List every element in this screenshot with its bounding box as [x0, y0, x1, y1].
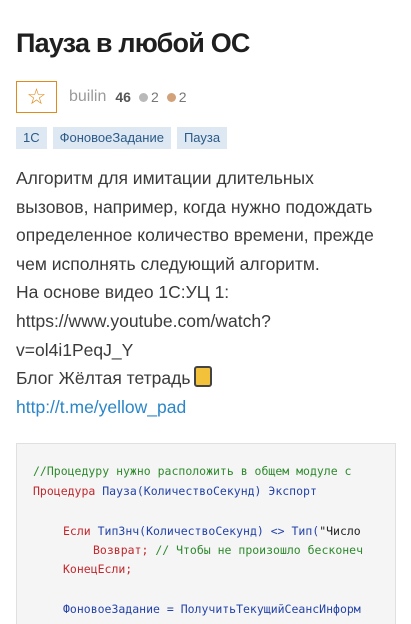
code-comment: // Чтобы не произошло бесконеч: [148, 543, 364, 557]
star-icon: ☆: [26, 84, 47, 109]
code-keyword: Если: [63, 524, 91, 538]
code-line: ФоновоеЗадание = ПолучитьТекущийСеансИнф…: [63, 602, 361, 616]
blog-link-line: http://t.me/yellow_pad: [16, 393, 400, 422]
desc-line: На основе видео 1С:УЦ 1:: [16, 282, 230, 303]
tag-1c[interactable]: 1С: [16, 127, 47, 149]
article-description: Алгоритм для имитации длительных вызовов…: [16, 164, 400, 421]
desc-line: вызовов, например, когда нужно подождать: [16, 196, 373, 217]
code-line: //Процедуру нужно расположить в общем мо…: [33, 464, 352, 478]
bronze-badge: 2: [166, 89, 187, 105]
code-text: Пауза(КоличествоСекунд) Экспорт: [95, 484, 317, 498]
code-line: Если ТипЗнч(КоличествоСекунд) <> Тип("Чи…: [63, 522, 361, 542]
code-line: Возврат; // Чтобы не произошло бесконеч: [93, 541, 363, 561]
folder-icon: [194, 366, 213, 388]
blog-link[interactable]: http://t.me/yellow_pad: [16, 397, 186, 417]
desc-line: Алгоритм для имитации длительных: [16, 168, 314, 188]
tag-pause[interactable]: Пауза: [176, 127, 228, 149]
tag-background-job[interactable]: ФоновоеЗадание: [52, 127, 171, 149]
desc-line: чем исполнять следующий алгоритм.: [16, 253, 320, 274]
article-meta: ☆ builin 46 2 2: [16, 80, 187, 114]
code-keyword: Возврат;: [93, 543, 149, 557]
desc-line: v=ol4i1PeqJ_Y: [16, 339, 134, 360]
author-link[interactable]: builin: [69, 88, 106, 106]
bronze-dot-icon: [166, 92, 176, 102]
code-string: "Число: [319, 524, 361, 538]
silver-count: 2: [150, 89, 159, 105]
silver-dot-icon: [138, 92, 148, 102]
blog-line: Блог Жёлтая тетрадь: [16, 364, 400, 393]
code-line: КонецЕсли;: [63, 562, 133, 576]
favorite-button[interactable]: ☆: [16, 81, 57, 113]
desc-line: определенное количество времени, прежде: [16, 225, 374, 246]
silver-badge: 2: [138, 89, 159, 105]
page-title: Пауза в любой ОС: [16, 28, 250, 58]
blog-label: Блог Жёлтая тетрадь: [16, 368, 191, 389]
code-keyword: Процедура: [33, 484, 96, 498]
desc-line: https://www.youtube.com/watch?: [16, 310, 271, 331]
article-page: Пауза в любой ОС ☆ builin 46 2 2 1С Фоно…: [0, 0, 411, 624]
code-text: ТипЗнч(КоличествоСекунд) <> Тип(: [90, 524, 320, 538]
tag-list: 1С ФоновоеЗадание Пауза: [16, 127, 228, 149]
rating-count: 46: [115, 89, 131, 105]
code-line: Процедура Пауза(КоличествоСекунд) Экспор…: [33, 482, 317, 502]
code-block: //Процедуру нужно расположить в общем мо…: [16, 443, 396, 624]
bronze-count: 2: [178, 89, 187, 105]
